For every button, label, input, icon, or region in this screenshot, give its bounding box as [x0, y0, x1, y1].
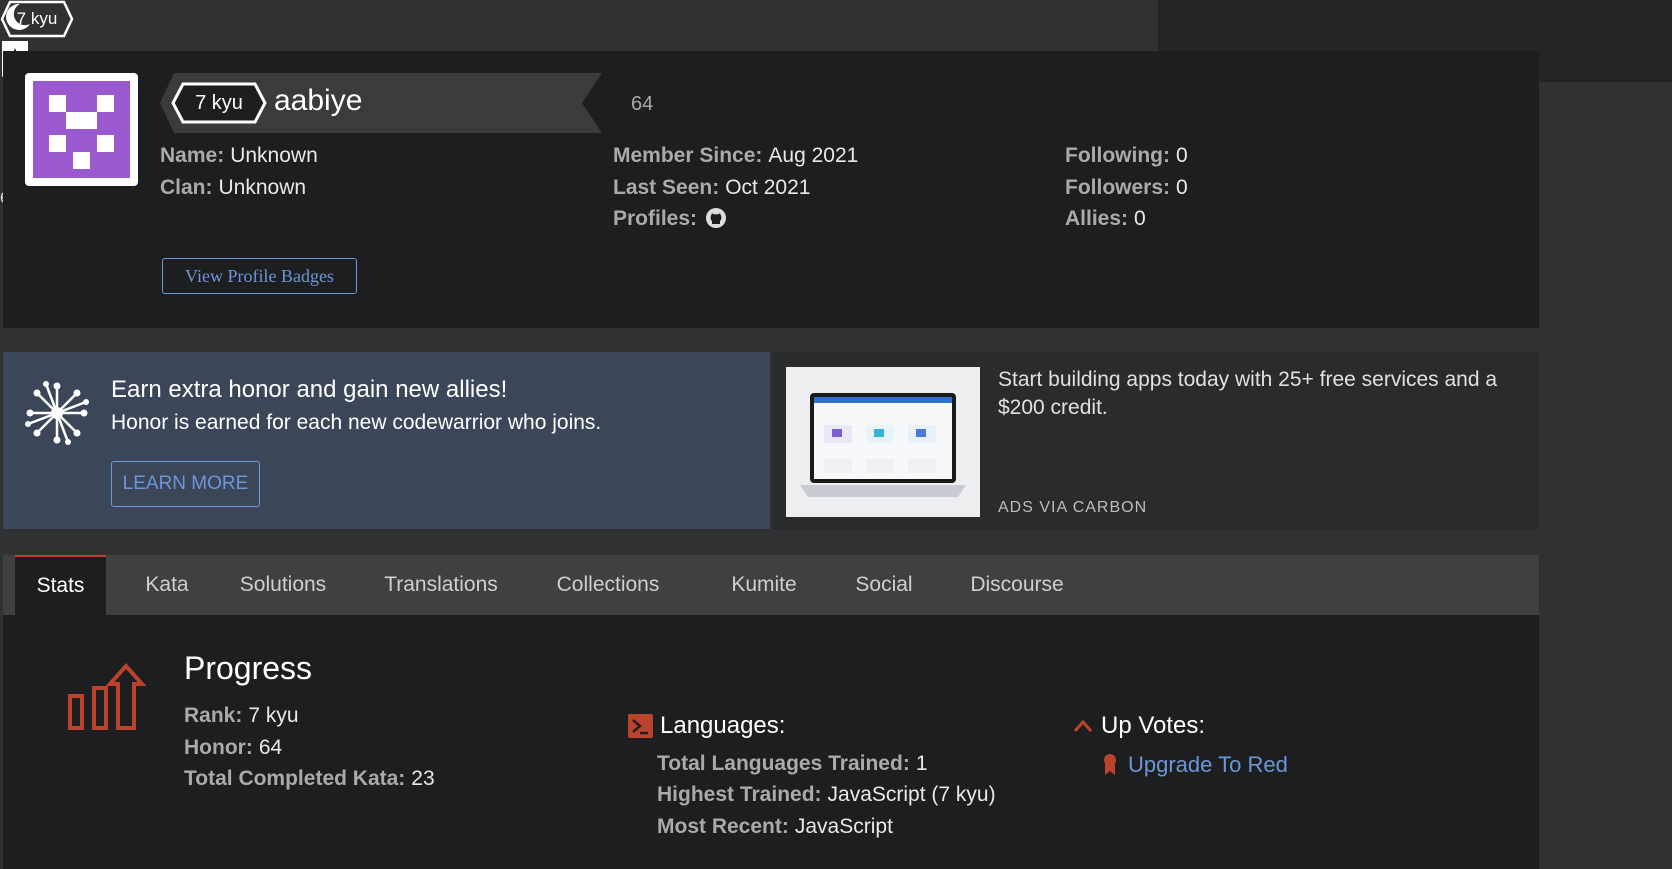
- languages-trained-label: Total Languages Trained:: [657, 752, 910, 775]
- completed-kata-value: 23: [411, 767, 435, 790]
- allies-field: Allies: 0: [1065, 207, 1146, 231]
- tab-translations[interactable]: Translations: [374, 555, 508, 615]
- chevron-up-icon: [1073, 719, 1093, 732]
- profiles-field: Profiles:: [613, 207, 727, 235]
- avatar-large: [25, 73, 138, 186]
- github-icon[interactable]: [705, 207, 727, 235]
- rank-badge-large-label: 7 kyu: [195, 91, 243, 114]
- clan-field: Clan: Unknown: [160, 176, 306, 200]
- honor-field: Honor: 64: [184, 736, 282, 760]
- honor-label: Honor:: [184, 736, 253, 759]
- ribbon-icon: [1104, 754, 1116, 775]
- highest-trained-field: Highest Trained: JavaScript (7 kyu): [657, 783, 996, 807]
- followers-field: Followers: 0: [1065, 176, 1188, 200]
- learn-more-button[interactable]: LEARN MORE: [111, 461, 260, 507]
- username: aabiye: [274, 84, 363, 117]
- following-field: Following: 0: [1065, 144, 1188, 168]
- name-field: Name: Unknown: [160, 144, 318, 168]
- terminal-icon: [628, 714, 653, 738]
- clan-value: Unknown: [218, 176, 307, 199]
- last-seen-value: Oct 2021: [725, 176, 811, 199]
- most-recent-label: Most Recent:: [657, 815, 789, 838]
- up-votes-title: Up Votes:: [1101, 712, 1206, 739]
- tab-solutions[interactable]: Solutions: [228, 555, 338, 615]
- codewars-profile-page: 7 kyu 64 7 kyu aabiye 64 Name:Unknown Cl…: [0, 0, 1672, 869]
- allies-value: 0: [1134, 207, 1146, 230]
- following-label: Following:: [1065, 144, 1170, 167]
- upgrade-to-red-link[interactable]: Upgrade To Red: [1128, 752, 1288, 778]
- tab-stats[interactable]: Stats: [15, 555, 106, 615]
- highest-trained-label: Highest Trained:: [657, 783, 822, 806]
- tab-discourse[interactable]: Discourse: [962, 555, 1072, 615]
- languages-title: Languages:: [660, 712, 786, 739]
- followers-label: Followers:: [1065, 176, 1171, 199]
- tab-kata[interactable]: Kata: [128, 555, 206, 615]
- name-label: Name:: [160, 144, 225, 167]
- member-since-label: Member Since:: [613, 144, 763, 167]
- profiles-label: Profiles:: [613, 207, 698, 230]
- rank-label: Rank:: [184, 704, 243, 727]
- clan-label: Clan:: [160, 176, 213, 199]
- followers-value: 0: [1176, 176, 1188, 199]
- honor-score: 64: [631, 93, 654, 115]
- progress-chart-icon: [68, 662, 146, 730]
- highest-trained-value: JavaScript (7 kyu): [827, 783, 996, 806]
- languages-trained-field: Total Languages Trained: 1: [657, 752, 928, 776]
- most-recent-value: JavaScript: [794, 815, 893, 838]
- completed-kata-label: Total Completed Kata:: [184, 767, 406, 790]
- ads-via-carbon-link[interactable]: ADS VIA CARBON: [998, 499, 1147, 517]
- progress-title: Progress: [184, 650, 313, 686]
- tab-social[interactable]: Social: [844, 555, 924, 615]
- rank-badge-small-label: 7 kyu: [16, 9, 58, 28]
- view-profile-badges-button[interactable]: View Profile Badges: [162, 258, 357, 294]
- tab-collections[interactable]: Collections: [548, 555, 668, 615]
- last-seen-label: Last Seen:: [613, 176, 720, 199]
- allies-label: Allies:: [1065, 207, 1129, 230]
- tab-kumite[interactable]: Kumite: [714, 555, 814, 615]
- rank-value: 7 kyu: [248, 704, 299, 727]
- last-seen-field: Last Seen: Oct 2021: [613, 176, 810, 200]
- promo-title: Earn extra honor and gain new allies!: [111, 376, 508, 403]
- ad-laptop-image[interactable]: [786, 367, 980, 517]
- member-since-value: Aug 2021: [768, 144, 859, 167]
- network-icon: [25, 381, 89, 445]
- name-value: Unknown: [230, 144, 318, 167]
- following-value: 0: [1175, 144, 1188, 167]
- member-since-field: Member Since: Aug 2021: [613, 144, 858, 168]
- rank-field: Rank: 7 kyu: [184, 704, 299, 728]
- promo-subtitle: Honor is earned for each new codewarrior…: [111, 411, 602, 434]
- completed-kata-field: Total Completed Kata: 23: [184, 767, 435, 791]
- languages-trained-value: 1: [915, 752, 928, 775]
- honor-value: 64: [258, 736, 283, 759]
- ad-text[interactable]: Start building apps today with 25+ free …: [998, 366, 1518, 422]
- most-recent-field: Most Recent: JavaScript: [657, 815, 893, 839]
